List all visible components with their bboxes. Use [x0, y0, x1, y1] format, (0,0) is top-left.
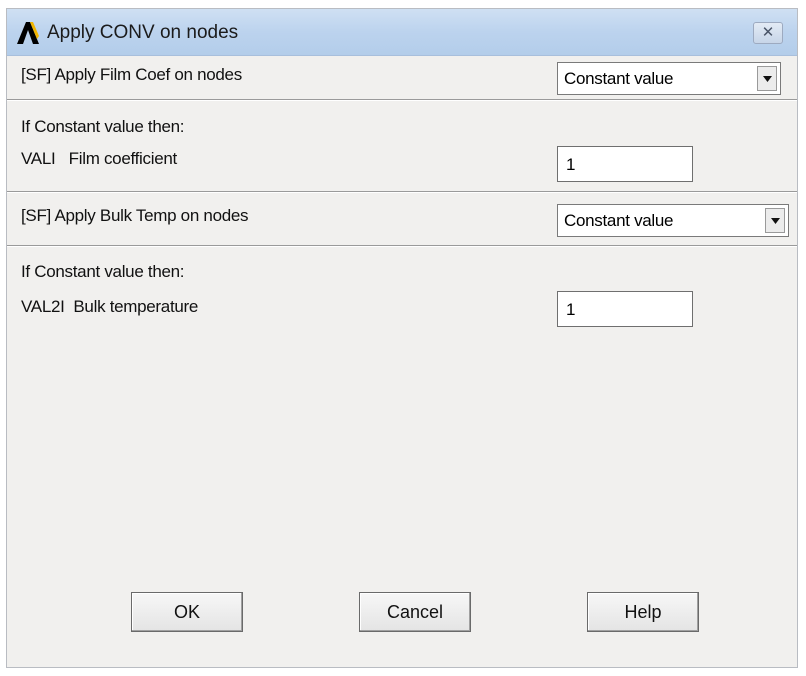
separator — [7, 191, 797, 193]
bulk-condition-text: If Constant value then: — [21, 262, 185, 281]
bulk-temperature-value: 1 — [566, 300, 576, 319]
bulk-temp-dropdown-value: Constant value — [564, 211, 674, 230]
close-icon: ✕ — [761, 24, 775, 41]
ok-button[interactable]: OK — [131, 592, 243, 632]
chevron-down-icon — [771, 218, 780, 224]
cancel-button[interactable]: Cancel — [359, 592, 471, 632]
film-coef-dropdown-value: Constant value — [564, 69, 674, 88]
film-condition-text: If Constant value then: — [21, 117, 185, 136]
bulk-temperature-label: VAL2I Bulk temperature — [21, 297, 199, 316]
film-coef-dropdown[interactable]: Constant value — [557, 62, 781, 95]
separator — [7, 99, 797, 101]
separator — [7, 245, 797, 247]
window-title: Apply CONV on nodes — [47, 22, 239, 43]
film-coefficient-label: VALI Film coefficient — [21, 149, 177, 168]
film-coefficient-value: 1 — [566, 155, 576, 174]
film-coef-dropdown-button[interactable] — [757, 66, 777, 91]
film-coefficient-input[interactable]: 1 — [557, 146, 693, 182]
bulk-temp-dropdown[interactable]: Constant value — [557, 204, 789, 237]
bulk-temperature-input[interactable]: 1 — [557, 291, 693, 327]
bulk-temp-dropdown-button[interactable] — [765, 208, 785, 233]
help-button[interactable]: Help — [587, 592, 699, 632]
film-coef-label: [SF] Apply Film Coef on nodes — [21, 65, 242, 84]
close-button[interactable]: ✕ — [753, 22, 783, 44]
bulk-temp-label: [SF] Apply Bulk Temp on nodes — [21, 206, 249, 225]
dialog-window: Apply CONV on nodes ✕ [SF] Apply Film Co… — [6, 8, 798, 668]
ansys-logo-icon — [17, 22, 39, 44]
title-bar[interactable]: Apply CONV on nodes ✕ — [7, 9, 797, 56]
chevron-down-icon — [763, 76, 772, 82]
